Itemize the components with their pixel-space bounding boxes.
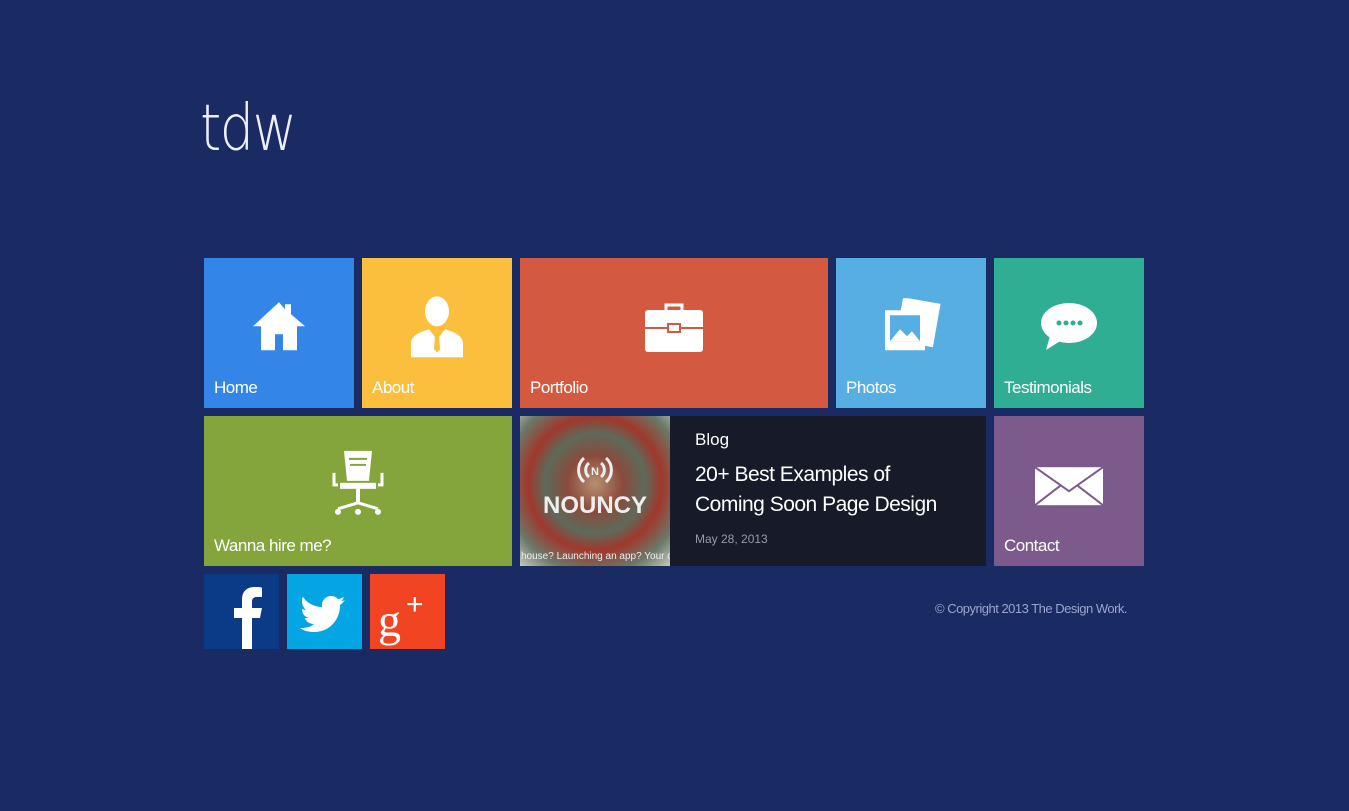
copyright: © Copyright 2013 The Design Work. xyxy=(935,601,1128,616)
home-icon xyxy=(253,302,305,351)
speech-bubble-icon xyxy=(1041,303,1097,350)
facebook-button[interactable] xyxy=(204,574,279,649)
tile-portfolio[interactable]: Portfolio xyxy=(520,258,828,408)
blog-image-brand: NOUNCY xyxy=(542,492,647,519)
blog-image-caption: house? Launching an app? Your dog xyxy=(521,551,670,562)
tile-label: Portfolio xyxy=(530,378,588,397)
briefcase-icon xyxy=(645,303,703,352)
tile-testimonials[interactable]: Testimonials xyxy=(994,258,1144,408)
person-icon xyxy=(411,296,463,358)
blog-post-title[interactable]: 20+ Best Examples of Coming Soon Page De… xyxy=(695,460,961,520)
site-logo[interactable]: tdw xyxy=(200,92,297,166)
nouncy-logo-icon: N xyxy=(577,456,613,484)
twitter-button[interactable] xyxy=(287,574,362,649)
twitter-icon xyxy=(300,596,345,632)
envelope-icon xyxy=(1034,466,1104,506)
office-chair-icon xyxy=(332,450,384,515)
tile-photos[interactable]: Photos xyxy=(836,258,986,408)
svg-text:+: + xyxy=(406,588,424,621)
blog-tile[interactable]: Blog 20+ Best Examples of Coming Soon Pa… xyxy=(670,416,986,566)
tile-label: Home xyxy=(214,378,258,397)
googleplus-button[interactable]: g + xyxy=(370,574,445,649)
tile-label: Photos xyxy=(846,378,896,397)
tile-label: Testimonials xyxy=(1004,378,1092,397)
svg-text:N: N xyxy=(591,466,599,478)
facebook-icon xyxy=(234,587,262,649)
googleplus-icon: g + xyxy=(378,588,424,646)
tile-label: Wanna hire me? xyxy=(214,536,332,555)
blog-heading: Blog xyxy=(695,430,730,449)
svg-text:g: g xyxy=(378,595,401,646)
tile-about[interactable]: About xyxy=(362,258,512,408)
tile-label: About xyxy=(372,378,414,397)
blog-post-date: May 28, 2013 xyxy=(695,532,768,546)
tile-home[interactable]: Home xyxy=(204,258,354,408)
tile-hire[interactable]: Wanna hire me? xyxy=(204,416,512,566)
blog-thumbnail[interactable]: N NOUNCY house? Launching an app? Your d… xyxy=(520,416,670,566)
tile-label: Contact xyxy=(1004,536,1060,555)
photos-icon xyxy=(885,298,941,351)
tile-contact[interactable]: Contact xyxy=(994,416,1144,566)
